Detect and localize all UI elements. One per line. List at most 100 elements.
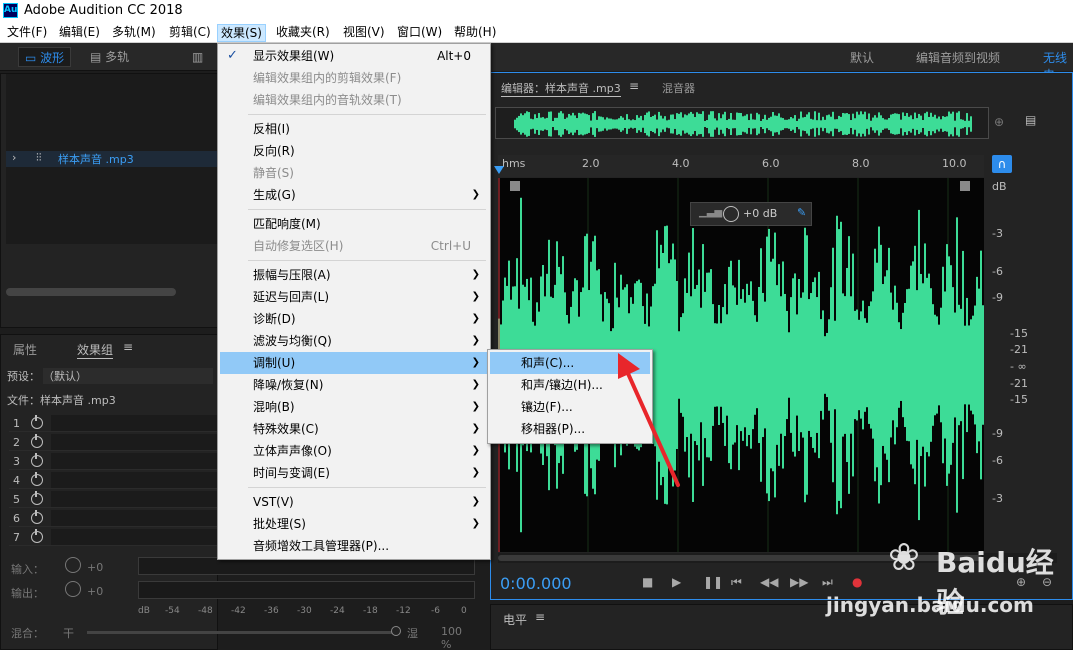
waveform-sample <box>704 291 706 439</box>
editor-menu-icon[interactable]: ≡ <box>629 79 639 93</box>
slot-body[interactable] <box>51 529 221 545</box>
slot-body[interactable] <box>51 510 221 526</box>
menu-window[interactable]: 窗口(W) <box>394 24 445 42</box>
output-gain-knob[interactable] <box>65 581 81 597</box>
menu-multitrack[interactable]: 多轨(M) <box>109 24 159 42</box>
effects-menu-item[interactable]: 滤波与均衡(Q) ❯ <box>220 330 488 352</box>
playhead-marker-icon[interactable] <box>494 166 504 174</box>
menu-item-label: 编辑效果组内的剪辑效果(F) <box>253 71 402 85</box>
overview-sample <box>908 116 910 132</box>
overview-sample <box>644 114 646 134</box>
rack-menu-icon[interactable]: ≡ <box>123 340 133 354</box>
mix-slider[interactable] <box>87 631 393 634</box>
file-row[interactable]: › ⫶⫶ 样本声音 .mp3 <box>6 151 218 167</box>
slot-body[interactable] <box>51 472 221 488</box>
slot-body[interactable] <box>51 415 221 431</box>
menu-help[interactable]: 帮助(H) <box>451 24 499 42</box>
effects-menu-item[interactable]: 批处理(S) ❯ <box>220 513 488 535</box>
overview-sample <box>966 113 968 135</box>
menu-clip[interactable]: 剪辑(C) <box>166 24 214 42</box>
effect-slot[interactable]: 4 <box>9 472 221 489</box>
menu-view[interactable]: 视图(V) <box>340 24 388 42</box>
stop-icon[interactable]: ■ <box>642 575 653 589</box>
power-icon[interactable] <box>31 529 43 543</box>
effects-menu-item[interactable]: 反相(I) <box>220 118 488 140</box>
workspace-default[interactable]: 默认 <box>850 49 874 66</box>
effects-menu-item[interactable]: 匹配响度(M) <box>220 213 488 235</box>
effect-slot[interactable]: 6 <box>9 510 221 527</box>
power-icon[interactable] <box>31 510 43 524</box>
play-icon[interactable]: ▶ <box>672 575 681 589</box>
effects-menu-item[interactable]: 时间与变调(E) ❯ <box>220 462 488 484</box>
effect-slot[interactable]: 7 <box>9 529 221 546</box>
effects-menu-item[interactable]: 振幅与压限(A) ❯ <box>220 264 488 286</box>
effects-menu-item[interactable]: 反向(R) <box>220 140 488 162</box>
level-menu-icon[interactable]: ≡ <box>535 610 545 624</box>
effects-menu-item[interactable]: 诊断(D) ❯ <box>220 308 488 330</box>
effects-menu-item[interactable]: 调制(U) ❯ <box>220 352 488 374</box>
effects-menu-item[interactable]: 降噪/恢复(N) ❯ <box>220 374 488 396</box>
effects-menu-item[interactable]: 立体声声像(O) ❯ <box>220 440 488 462</box>
overview-sample <box>598 116 600 132</box>
multitrack-view-button[interactable]: ▤ 多轨 <box>84 47 135 67</box>
mixer-tab[interactable]: 混音器 <box>662 80 695 96</box>
fast-forward-icon[interactable]: ▶▶ <box>790 575 808 589</box>
expand-chevron-icon[interactable]: › <box>12 151 16 164</box>
slot-body[interactable] <box>51 434 221 450</box>
power-icon[interactable] <box>31 453 43 467</box>
menu-effects[interactable]: 效果(S) <box>217 24 266 42</box>
snap-magnet-icon[interactable]: ∩ <box>992 155 1012 173</box>
effects-menu-item[interactable]: 特殊效果(C) ❯ <box>220 418 488 440</box>
effects-menu-item[interactable]: 延迟与回声(L) ❯ <box>220 286 488 308</box>
fade-in-handle[interactable] <box>510 181 520 191</box>
effect-slot[interactable]: 3 <box>9 453 221 470</box>
overview-sample <box>858 114 860 134</box>
effect-slot[interactable]: 5 <box>9 491 221 508</box>
menu-file[interactable]: 文件(F) <box>4 24 50 42</box>
input-gain-knob[interactable] <box>65 557 81 573</box>
go-to-start-icon[interactable]: ⏮ <box>731 575 742 590</box>
overview-sample <box>702 111 704 137</box>
waveform-sample <box>730 260 732 470</box>
preset-select[interactable]: （默认） <box>43 368 213 384</box>
rewind-icon[interactable]: ◀◀ <box>760 575 778 589</box>
power-icon[interactable] <box>31 491 43 505</box>
hud-gain-knob[interactable] <box>723 206 739 222</box>
timeline-ruler[interactable]: hms 2.0 4.0 6.0 8.0 10.0 <box>498 155 984 177</box>
mix-slider-handle[interactable] <box>391 626 401 636</box>
spectral-display-icon[interactable]: ▥ <box>186 47 209 67</box>
slot-body[interactable] <box>51 491 221 507</box>
overview-sample <box>544 118 546 130</box>
effects-menu-item[interactable]: ✓ 显示效果组(W) Alt+0 <box>220 45 488 67</box>
effect-slot[interactable]: 1 <box>9 415 221 432</box>
power-icon[interactable] <box>31 472 43 486</box>
effects-menu-item[interactable]: VST(V) ❯ <box>220 491 488 513</box>
waveform-view-button[interactable]: ▭ 波形 <box>18 47 72 67</box>
effects-menu-item[interactable]: 混响(B) ❯ <box>220 396 488 418</box>
power-icon[interactable] <box>31 434 43 448</box>
workspace-edit-to-video[interactable]: 编辑音频到视频 <box>916 49 1000 66</box>
menu-favorites[interactable]: 收藏夹(R) <box>273 24 333 42</box>
editor-tab[interactable]: 编辑器：样本声音 .mp3 <box>501 80 621 97</box>
fade-out-handle[interactable] <box>960 181 970 191</box>
power-icon[interactable] <box>31 415 43 429</box>
waveform-sample <box>768 228 770 502</box>
effects-menu-item[interactable]: 生成(G) ❯ <box>220 184 488 206</box>
level-tab[interactable]: 电平 <box>503 611 527 628</box>
tab-properties[interactable]: 属性 <box>13 341 37 358</box>
pause-icon[interactable]: ❚❚ <box>703 575 723 589</box>
files-hscrollbar[interactable] <box>6 288 176 296</box>
zoom-crosshair-icon[interactable]: ⊕ <box>994 115 1004 129</box>
effects-menu-item[interactable]: 音频增效工具管理器(P)... <box>220 535 488 557</box>
menu-item-label: 显示效果组(W) <box>253 49 335 63</box>
hud-pin-icon[interactable]: ✎ <box>797 206 806 219</box>
overview-bar[interactable] <box>495 107 989 139</box>
hud-gain[interactable]: ▁▃▅ +0 dB ✎ <box>690 202 812 226</box>
tab-effects-rack[interactable]: 效果组 <box>77 341 114 359</box>
preset-label: 预设： <box>7 370 40 383</box>
effect-slot[interactable]: 2 <box>9 434 221 451</box>
menu-edit[interactable]: 编辑(E) <box>56 24 103 42</box>
db-label: -3 <box>992 227 1003 240</box>
panel-options-icon[interactable]: ▤ <box>1025 113 1036 127</box>
slot-body[interactable] <box>51 453 221 469</box>
